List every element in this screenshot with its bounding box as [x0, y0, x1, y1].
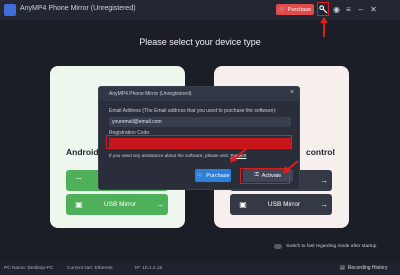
- dialog-close-icon[interactable]: ×: [290, 89, 294, 96]
- arrow-to-key-icon: [320, 17, 328, 37]
- pc-name: PC Name: Desktop-PC: [4, 266, 54, 271]
- fast-mode-toggle[interactable]: [274, 244, 282, 249]
- usb-icon: ▣: [239, 200, 247, 209]
- ios-usb-mirror-label: USB Mirror: [267, 201, 301, 208]
- usb-icon: ▣: [75, 200, 83, 209]
- dialog-title: AnyMP4 Phone Mirror (Unregistered): [109, 91, 192, 97]
- arrow-to-code-field: [230, 148, 247, 163]
- arrow-to-activate-button: [283, 160, 299, 174]
- title-bar: AnyMP4 Phone Mirror (Unregistered) 🛒 Pur…: [0, 0, 400, 20]
- usb-mirror-button[interactable]: ▣ USB Mirror →: [66, 194, 168, 215]
- key-highlight-box: [317, 2, 329, 16]
- app-logo: [4, 4, 16, 16]
- email-label: Email Address (The Email address that yo…: [109, 108, 277, 114]
- cart-icon: 🛒: [196, 172, 204, 179]
- code-highlight-box: [106, 135, 292, 149]
- android-card-title: Android: [66, 147, 99, 157]
- ip-address: IP: 10.1.2.15: [135, 266, 163, 271]
- dialog-purchase-button[interactable]: 🛒 Purchase: [195, 169, 231, 182]
- ios-usb-mirror-button[interactable]: ▣ USB Mirror →: [230, 194, 332, 215]
- purchase-button[interactable]: 🛒 Purchase: [276, 4, 314, 15]
- recording-history-button[interactable]: ▤ Recording History: [340, 265, 387, 271]
- help-message: If you need any assistance about the sof…: [109, 153, 230, 158]
- purchase-label: Purchase: [287, 6, 312, 13]
- page-heading: Please select your device type: [139, 37, 261, 47]
- cart-icon: 🛒: [278, 6, 286, 13]
- help-text: If you need any assistance about the sof…: [109, 153, 246, 158]
- recording-history-label: Recording History: [347, 265, 388, 271]
- fast-mode-toggle-row: Switch to fast regarding mode after star…: [274, 244, 376, 249]
- history-icon: ▤: [340, 265, 345, 271]
- app-title: AnyMP4 Phone Mirror (Unregistered): [20, 5, 136, 12]
- arrow-right-icon: →: [320, 176, 328, 185]
- ios-card-title: control: [306, 147, 335, 157]
- minimize-icon[interactable]: –: [355, 4, 366, 15]
- email-field[interactable]: youremail@email.com: [109, 117, 291, 127]
- dialog-header: AnyMP4 Phone Mirror (Unregistered) ×: [99, 87, 299, 101]
- status-bar: PC Name: Desktop-PC Current Net: Etherne…: [0, 263, 400, 275]
- close-icon[interactable]: ✕: [368, 4, 379, 15]
- wifi-icon: ⌔: [75, 175, 83, 185]
- usb-mirror-label: USB Mirror: [103, 201, 137, 208]
- arrow-right-icon: →: [320, 200, 328, 209]
- menu-icon[interactable]: ≡: [343, 4, 354, 15]
- user-icon[interactable]: ◉: [331, 4, 342, 15]
- arrow-right-icon: →: [156, 200, 164, 209]
- dialog-purchase-label: Purchase: [206, 172, 230, 179]
- current-net: Current Net: Ethernet: [67, 266, 113, 271]
- fast-mode-label: Switch to fast regarding mode after star…: [286, 244, 377, 249]
